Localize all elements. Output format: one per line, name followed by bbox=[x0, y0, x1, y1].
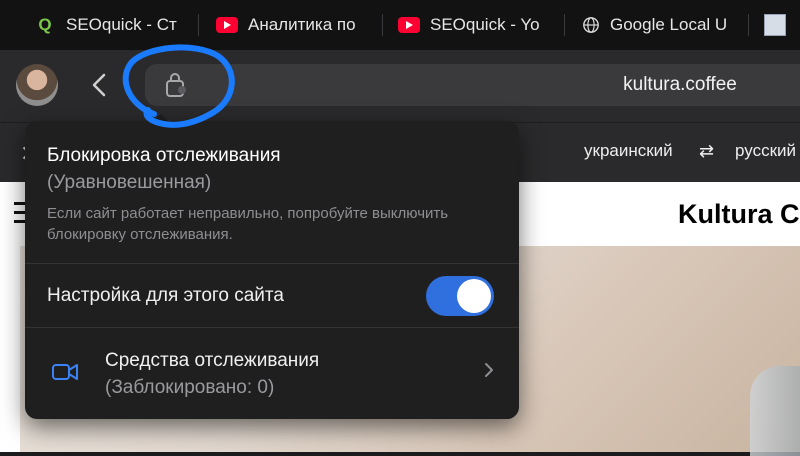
popover-description: Если сайт работает неправильно, попробуй… bbox=[47, 205, 449, 243]
swap-languages-icon[interactable]: ⇄ bbox=[699, 141, 714, 162]
tab-strip: Q SEOquick - Ст Аналитика по SEOquick - … bbox=[0, 0, 800, 50]
toggle-knob bbox=[457, 279, 491, 313]
profile-avatar[interactable] bbox=[16, 64, 58, 106]
tab-divider bbox=[198, 14, 199, 36]
popover-title: Блокировка отслеживания bbox=[47, 145, 281, 166]
tab-divider bbox=[382, 14, 383, 36]
site-setting-label: Настройка для этого сайта bbox=[47, 285, 284, 306]
back-chevron-icon[interactable] bbox=[88, 72, 112, 98]
divider bbox=[25, 263, 519, 264]
seoquick-icon: Q bbox=[38, 15, 52, 34]
tab-google-local[interactable]: Google Local U bbox=[582, 12, 732, 38]
tab-title: Google Local U bbox=[610, 15, 728, 34]
image-favicon-icon bbox=[764, 14, 786, 36]
trackers-label: Средства отслеживания bbox=[105, 350, 320, 371]
globe-icon bbox=[583, 17, 599, 33]
tab-divider bbox=[564, 14, 565, 36]
youtube-icon bbox=[216, 17, 238, 33]
tab-title: Аналитика по bbox=[248, 15, 356, 34]
trackers-row[interactable]: Средства отслеживания (Заблокировано: 0) bbox=[25, 329, 519, 417]
site-setting-toggle[interactable] bbox=[426, 276, 494, 316]
youtube-icon bbox=[398, 17, 420, 33]
target-language[interactable]: русский bbox=[735, 141, 796, 161]
tab-analytics[interactable]: Аналитика по bbox=[216, 12, 364, 38]
glass-cup-image bbox=[750, 366, 800, 456]
chevron-right-icon bbox=[485, 363, 493, 377]
tracking-protection-popover: Блокировка отслеживания (Уравновешенная)… bbox=[25, 121, 519, 419]
tab-seoquick-youtube[interactable]: SEOquick - Yo bbox=[398, 12, 548, 38]
source-language[interactable]: украинский bbox=[584, 141, 673, 161]
tab-image[interactable] bbox=[764, 12, 800, 38]
popover-subtitle: (Уравновешенная) bbox=[47, 172, 212, 193]
annotation-circle-icon bbox=[122, 44, 235, 128]
site-title[interactable]: Kultura C bbox=[678, 199, 800, 230]
tab-title: SEOquick - Ст bbox=[66, 15, 177, 34]
tab-title: SEOquick - Yo bbox=[430, 15, 540, 34]
tab-divider bbox=[748, 14, 749, 36]
tab-seoquick[interactable]: Q SEOquick - Ст bbox=[34, 12, 182, 38]
video-camera-icon bbox=[52, 364, 78, 380]
divider bbox=[25, 327, 519, 328]
url-text[interactable]: kultura.coffee bbox=[560, 74, 800, 96]
trackers-count: (Заблокировано: 0) bbox=[105, 377, 275, 398]
